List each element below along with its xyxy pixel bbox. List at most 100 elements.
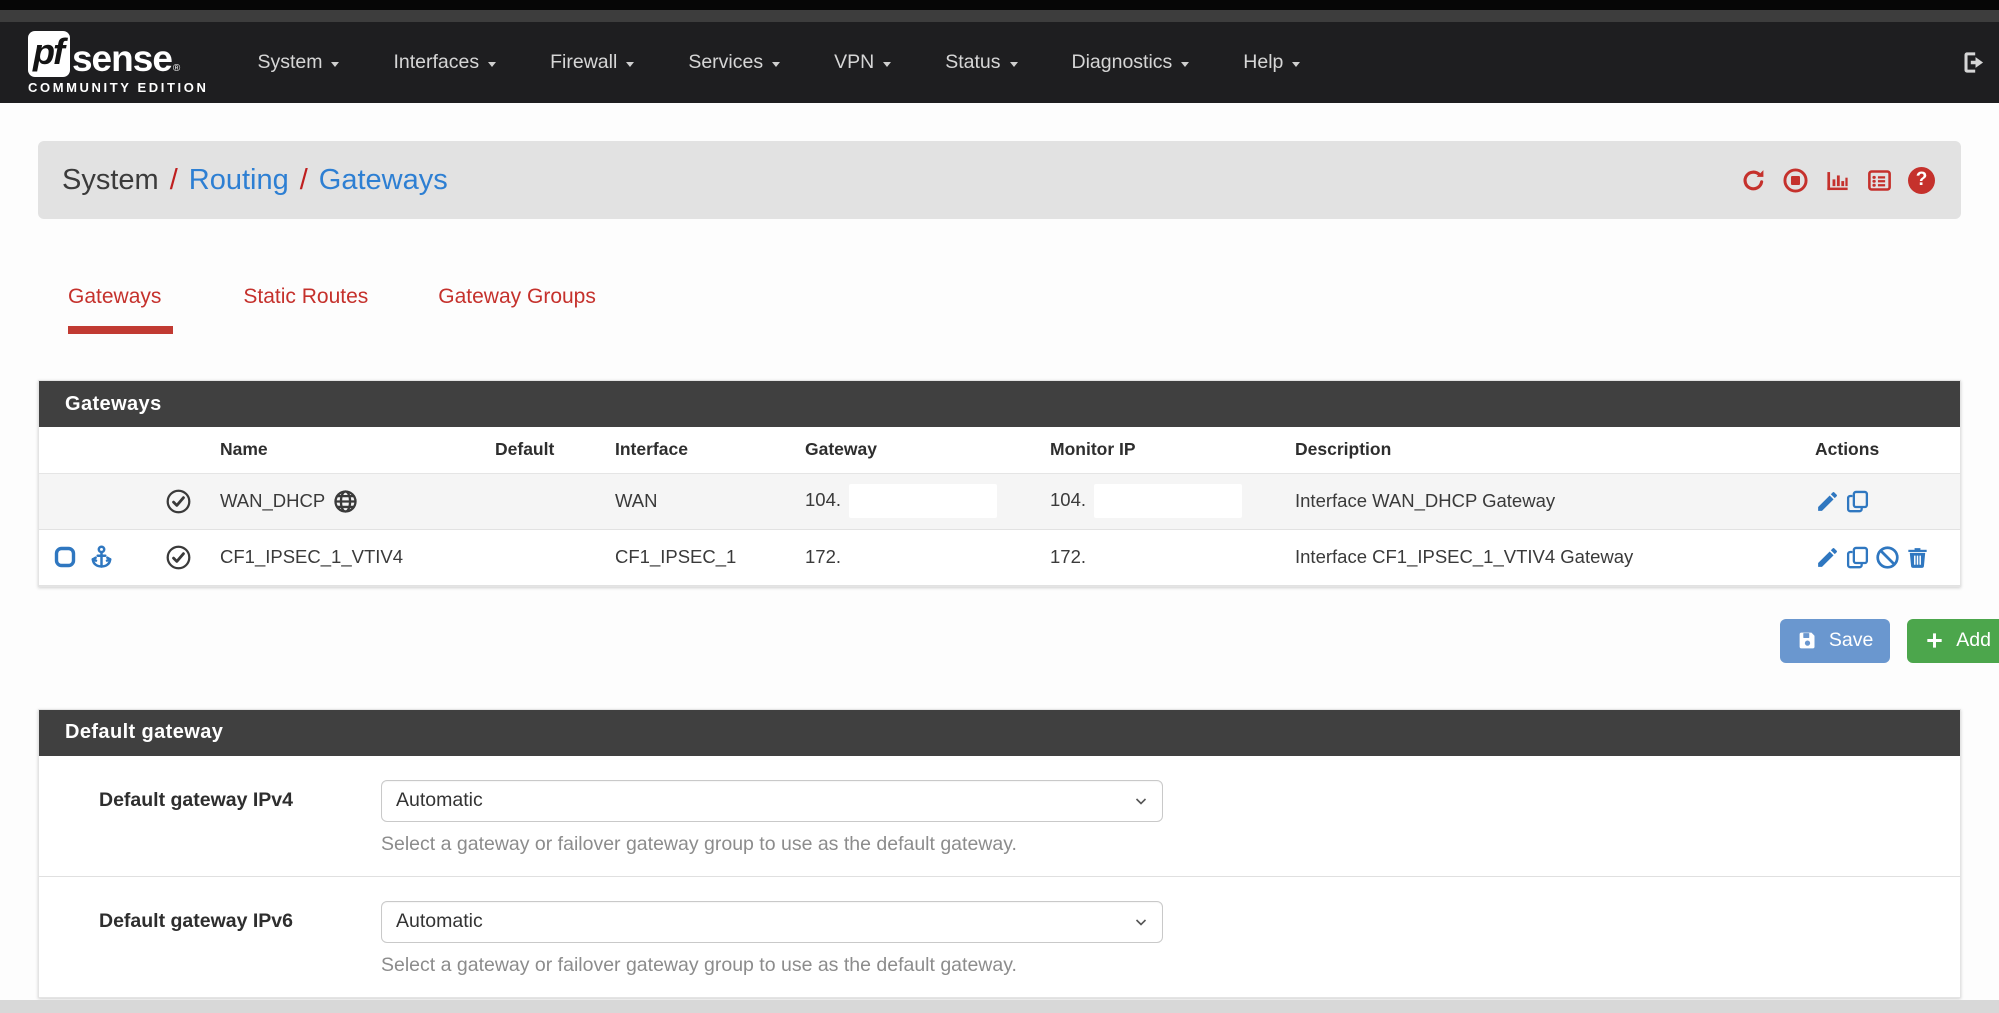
gateway-name: CF1_IPSEC_1_VTIV4 — [206, 529, 481, 585]
add-button-label: Add — [1956, 629, 1991, 652]
default-gateway-ipv6-label: Default gateway IPv6 — [99, 901, 381, 977]
breadcrumb-link-routing[interactable]: Routing — [189, 164, 289, 197]
copy-icon[interactable] — [1845, 545, 1870, 570]
breadcrumb: System / Routing / Gateways — [62, 164, 448, 197]
breadcrumb-link-gateways[interactable]: Gateways — [319, 164, 448, 197]
refresh-icon[interactable] — [1740, 167, 1767, 194]
gateways-panel-title: Gateways — [39, 381, 1960, 427]
nav-item-diagnostics[interactable]: Diagnostics — [1045, 51, 1217, 74]
col-interface: Interface — [601, 427, 791, 473]
gateway-interface: CF1_IPSEC_1 — [601, 529, 791, 585]
selected-value: Automatic — [396, 910, 483, 933]
bottom-strip — [0, 1000, 1999, 1013]
gateway-interface: WAN — [601, 473, 791, 529]
default-gateway-ipv6-select[interactable]: Automatic — [381, 901, 1163, 943]
window-title-strip — [0, 10, 1999, 22]
gateway-name: WAN_DHCP — [220, 490, 325, 512]
delete-icon[interactable] — [1905, 545, 1930, 570]
selected-value: Automatic — [396, 789, 483, 812]
gateway-address-text: 104. — [805, 489, 841, 510]
disable-icon[interactable] — [1875, 545, 1900, 570]
redaction-box — [1094, 484, 1242, 518]
tab-gateway-groups[interactable]: Gateway Groups — [438, 285, 596, 334]
help-icon[interactable]: ? — [1908, 167, 1935, 194]
community-edition-label: COMMUNITY EDITION — [28, 80, 208, 95]
tab-static-routes[interactable]: Static Routes — [243, 285, 368, 334]
caret-down-icon — [488, 62, 496, 67]
square-icon[interactable] — [53, 545, 77, 569]
nav-item-vpn[interactable]: VPN — [807, 51, 918, 74]
page-content: System / Routing / Gateways ? — [0, 141, 1999, 998]
nav-item-status[interactable]: Status — [918, 51, 1044, 74]
col-default: Default — [481, 427, 601, 473]
gateway-default — [481, 529, 601, 585]
nav-item-interfaces[interactable]: Interfaces — [366, 51, 523, 74]
gateway-enabled-icon — [165, 544, 192, 571]
default-gateway-panel-title: Default gateway — [39, 710, 1960, 756]
caret-down-icon — [626, 62, 634, 67]
breadcrumb-section: System — [62, 164, 159, 197]
nav-label: Status — [945, 51, 1000, 74]
redaction-box — [849, 484, 997, 518]
caret-down-icon — [1181, 62, 1189, 67]
chevron-down-icon — [1133, 793, 1149, 809]
add-button[interactable]: Add — [1907, 619, 1999, 663]
gateway-enabled-icon — [165, 488, 192, 515]
nav-label: System — [257, 51, 322, 74]
pfsense-logo[interactable]: pf sense ® COMMUNITY EDITION — [28, 31, 208, 95]
nav-item-help[interactable]: Help — [1216, 51, 1327, 74]
default-gateway-panel: Default gateway Default gateway IPv4 Aut… — [38, 709, 1961, 998]
plus-icon — [1924, 630, 1945, 651]
nav-label: Firewall — [550, 51, 617, 74]
nav-label: VPN — [834, 51, 874, 74]
registered-mark: ® — [173, 64, 180, 74]
edit-icon[interactable] — [1815, 489, 1840, 514]
col-name: Name — [206, 427, 481, 473]
caret-down-icon — [1010, 62, 1018, 67]
breadcrumb-actions: ? — [1740, 167, 1935, 194]
pf-logo-box: pf — [28, 31, 70, 77]
monitor-ip-text: 104. — [1050, 489, 1086, 510]
caret-down-icon — [331, 62, 339, 67]
copy-icon[interactable] — [1845, 489, 1870, 514]
table-header-row: Name Default Interface Gateway Monitor I… — [39, 427, 1960, 473]
tab-gateways[interactable]: Gateways — [68, 285, 173, 334]
anchor-icon[interactable] — [88, 544, 115, 571]
window-top-strip — [0, 0, 1999, 10]
save-button-label: Save — [1829, 629, 1873, 652]
gateway-address: 172. — [791, 529, 1036, 585]
form-row-ipv6: Default gateway IPv6 Automatic Select a … — [39, 877, 1960, 997]
nav-item-services[interactable]: Services — [661, 51, 807, 74]
table-action-buttons: Save Add — [38, 619, 1999, 663]
globe-icon — [325, 489, 358, 514]
form-row-ipv4: Default gateway IPv4 Automatic Select a … — [39, 756, 1960, 877]
sign-out-icon[interactable] — [1960, 49, 1987, 76]
breadcrumb-bar: System / Routing / Gateways ? — [38, 141, 1961, 219]
stop-circle-icon[interactable] — [1782, 167, 1809, 194]
col-status — [151, 427, 206, 473]
monitor-graphs-icon[interactable] — [1824, 167, 1851, 194]
nav-item-system[interactable]: System — [230, 51, 366, 74]
gateways-panel: Gateways Name Default Interface Gateway … — [38, 380, 1961, 587]
col-actions: Actions — [1801, 427, 1960, 473]
view-log-icon[interactable] — [1866, 167, 1893, 194]
tab-bar: Gateways Static Routes Gateway Groups — [68, 285, 1999, 334]
caret-down-icon — [883, 62, 891, 67]
save-icon — [1797, 630, 1818, 651]
default-gateway-ipv4-select[interactable]: Automatic — [381, 780, 1163, 822]
edit-icon[interactable] — [1815, 545, 1840, 570]
save-button[interactable]: Save — [1780, 619, 1890, 663]
default-gateway-ipv6-help: Select a gateway or failover gateway gro… — [381, 954, 1163, 977]
col-gateway: Gateway — [791, 427, 1036, 473]
default-gateway-ipv4-help: Select a gateway or failover gateway gro… — [381, 833, 1163, 856]
col-row-icons — [39, 427, 151, 473]
default-gateway-ipv4-label: Default gateway IPv4 — [99, 780, 381, 856]
gateway-default — [481, 473, 601, 529]
caret-down-icon — [1292, 62, 1300, 67]
caret-down-icon — [772, 62, 780, 67]
nav-label: Interfaces — [393, 51, 479, 74]
main-nav: System Interfaces Firewall Services VPN … — [230, 51, 1327, 74]
nav-item-firewall[interactable]: Firewall — [523, 51, 661, 74]
gateway-monitor-ip: 104. — [1036, 473, 1281, 529]
nav-label: Help — [1243, 51, 1283, 74]
